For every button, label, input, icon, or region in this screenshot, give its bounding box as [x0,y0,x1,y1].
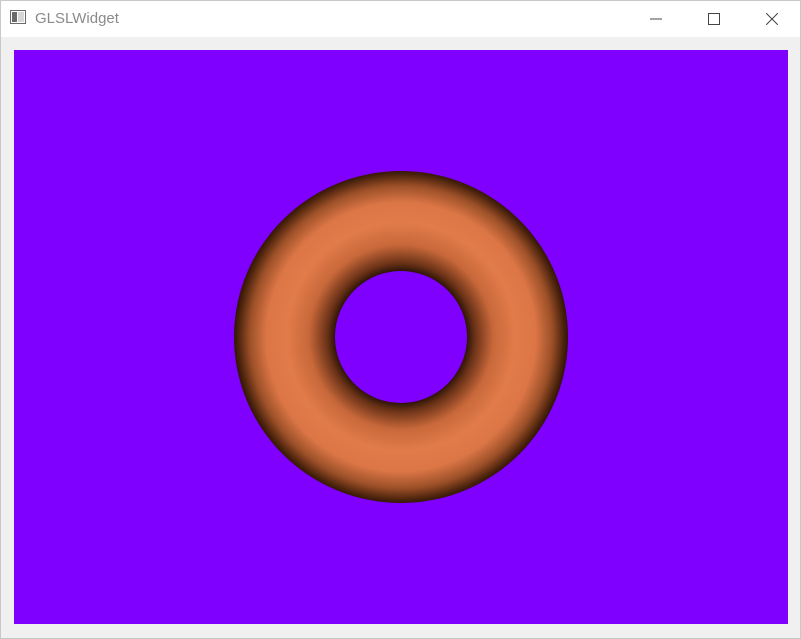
maximize-button[interactable] [685,1,743,37]
maximize-icon [708,13,720,25]
gl-viewport[interactable] [14,50,788,624]
title-bar[interactable]: GLSLWidget [1,1,800,37]
client-area [1,37,800,638]
torus-render [234,171,569,503]
close-icon [766,13,778,25]
close-button[interactable] [743,1,801,37]
torus-body [234,171,569,503]
app-window-icon [10,10,26,24]
minimize-button[interactable] [627,1,685,37]
window-title: GLSLWidget [35,10,119,27]
app-window: GLSLWidget [0,0,801,639]
minimize-icon [650,18,662,20]
